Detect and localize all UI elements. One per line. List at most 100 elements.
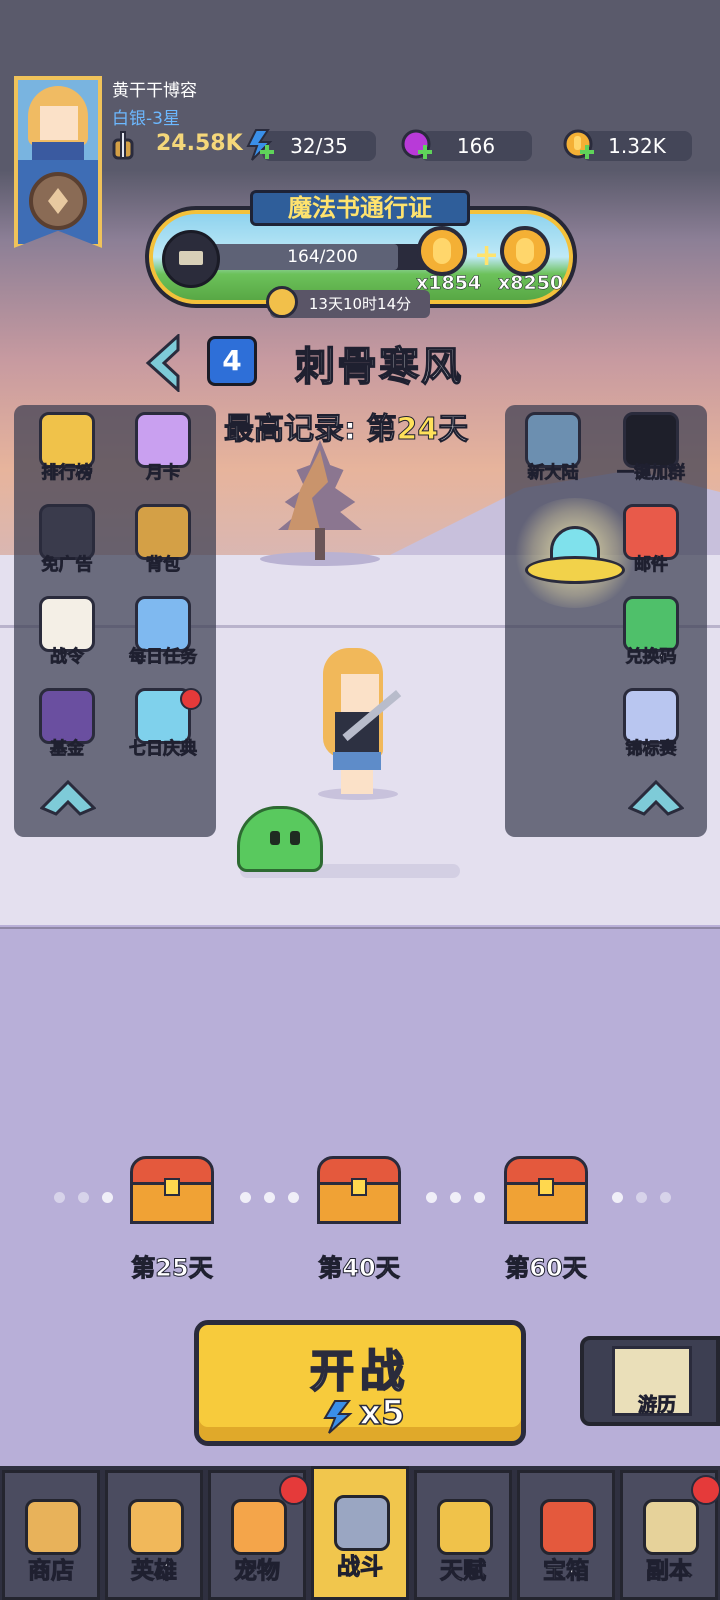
shop-icon [25, 1499, 81, 1555]
nav-tab[interactable]: 战斗 [311, 1466, 409, 1600]
magic-book-icon [162, 230, 220, 288]
left-panel-item[interactable]: 月卡 [118, 412, 208, 498]
pass-title: 魔法书通行证 [250, 190, 470, 226]
energy-counter[interactable]: 32/35 [262, 131, 376, 161]
milestone-chest-icon[interactable] [317, 1156, 401, 1226]
combat-power-icon [112, 131, 134, 160]
pine-tree [278, 440, 362, 560]
nav-tab-label: 战斗 [337, 1554, 384, 1581]
combat-power-value: 24.58K [156, 131, 243, 156]
milestone-dots [426, 1188, 498, 1203]
start-battle-label: 开战 [309, 1345, 410, 1398]
pass-progress-text: 164/200 [287, 247, 358, 267]
right-panel-item[interactable]: 锦标赛 [606, 688, 696, 774]
notification-badge [691, 1475, 720, 1505]
add-gem-icon[interactable] [400, 128, 434, 162]
battle-swords-icon [334, 1495, 390, 1551]
left-panel-item[interactable]: 每日任务 [118, 596, 208, 682]
stopwatch-icon [266, 286, 298, 318]
pass-plus: + [474, 238, 500, 273]
talent-icon [437, 1499, 493, 1555]
pass-progress-bar: 164/200 [205, 244, 440, 270]
nav-tab[interactable]: 宠物 [208, 1470, 309, 1600]
left-panel-item-label: 七日庆典 [129, 739, 198, 760]
player-rank: 白银-3星 [112, 109, 180, 129]
notification-badge [279, 1475, 309, 1505]
left-panel-item-label: 月卡 [146, 463, 181, 484]
nav-tab[interactable]: 天赋 [414, 1470, 512, 1600]
right-panel-item-label: 邮件 [634, 555, 669, 576]
pass-reward-count: x8250 [498, 272, 564, 295]
best-record: 最高记录: 第24天 [223, 404, 469, 448]
right-panel-item-label: 锦标赛 [625, 739, 677, 760]
record-prefix: 最高记录: 第 [223, 412, 397, 448]
rank-emblem-icon [29, 172, 87, 230]
pass-timer-text: 13天10时14分 [308, 295, 412, 313]
nav-tab[interactable]: 英雄 [105, 1470, 203, 1600]
right-panel-item-label: 兑换码 [625, 647, 677, 668]
right-panel-item[interactable]: 新大陆 [508, 412, 598, 498]
travel-button[interactable]: 游历 [580, 1336, 720, 1426]
collapse-right-panel-icon[interactable] [628, 778, 684, 818]
energy-value: 32/35 [290, 134, 348, 158]
left-panel-item-label: 免广告 [41, 555, 93, 576]
top-hud: 黄干干博容 白银-3星 24.58K 32/35 166 1.32K [0, 0, 720, 248]
start-battle-cost: x5 [358, 1392, 405, 1434]
hero-icon [128, 1499, 184, 1555]
right-panel-item[interactable]: 兑换码 [606, 596, 696, 682]
left-panel-item-label: 基金 [50, 739, 85, 760]
gem-counter[interactable]: 166 [420, 131, 532, 161]
green-slime-enemy [237, 806, 323, 872]
nav-tab-label: 宝箱 [543, 1558, 590, 1585]
add-energy-icon[interactable] [242, 128, 276, 162]
left-panel-item[interactable]: 背包 [118, 504, 208, 590]
previous-stage-arrow-icon[interactable] [136, 334, 182, 392]
collapse-left-panel-icon[interactable] [40, 778, 96, 818]
right-panel-item-label: 一键加群 [617, 463, 686, 484]
nav-tab[interactable]: 商店 [2, 1470, 100, 1600]
milestone-dots [54, 1188, 126, 1203]
player-name: 黄干干博容 [112, 81, 197, 101]
hero-character [315, 648, 405, 798]
left-panel-item-label: 战令 [50, 647, 85, 668]
left-panel-item[interactable]: 排行榜 [22, 412, 112, 498]
pass-reward-coin-icon [417, 226, 467, 276]
left-panel-item-label: 排行榜 [41, 463, 93, 484]
left-panel-item[interactable]: 免广告 [22, 504, 112, 590]
record-suffix: 天 [438, 412, 469, 448]
nav-tab-label: 天赋 [440, 1558, 487, 1585]
milestone-dots [240, 1188, 312, 1203]
nav-tab-label: 商店 [28, 1558, 75, 1585]
right-panel-item-label: 新大陆 [527, 463, 579, 484]
milestone-label: 第40天 [318, 1254, 400, 1283]
record-day: 24 [396, 412, 439, 448]
left-panel-item[interactable]: 基金 [22, 688, 112, 774]
seven-day-gift-badge [180, 688, 202, 710]
dungeon-map-icon [643, 1499, 699, 1555]
left-panel-item-label: 背包 [146, 555, 181, 576]
pass-reward-coin-icon [500, 226, 550, 276]
milestone-chest-icon[interactable] [504, 1156, 588, 1226]
nav-tab-label: 英雄 [131, 1558, 178, 1585]
right-panel-item[interactable]: 一键加群 [606, 412, 696, 498]
left-panel-item[interactable]: 战令 [22, 596, 112, 682]
nav-tab-label: 副本 [646, 1558, 693, 1585]
gem-value: 166 [456, 134, 496, 158]
right-panel-item[interactable]: 邮件 [606, 504, 696, 590]
coin-value: 1.32K [608, 134, 666, 158]
nav-tab-label: 宠物 [234, 1558, 281, 1585]
stage-name: 刺骨寒风 [294, 343, 463, 391]
coin-counter[interactable]: 1.32K [582, 131, 692, 161]
treasure-chest-icon [540, 1499, 596, 1555]
milestone-label: 第25天 [131, 1254, 213, 1283]
nav-tab[interactable]: 宝箱 [517, 1470, 615, 1600]
avatar[interactable] [18, 80, 98, 160]
left-panel-item-label: 每日任务 [129, 647, 198, 668]
travel-label: 游历 [637, 1394, 677, 1417]
milestone-label: 第60天 [505, 1254, 587, 1283]
add-coin-icon[interactable] [562, 128, 596, 162]
stage-number-badge: 4 [207, 336, 257, 386]
nav-tab[interactable]: 副本 [620, 1470, 720, 1600]
start-battle-button[interactable]: 开战 x5 [194, 1320, 526, 1446]
milestone-chest-icon[interactable] [130, 1156, 214, 1226]
